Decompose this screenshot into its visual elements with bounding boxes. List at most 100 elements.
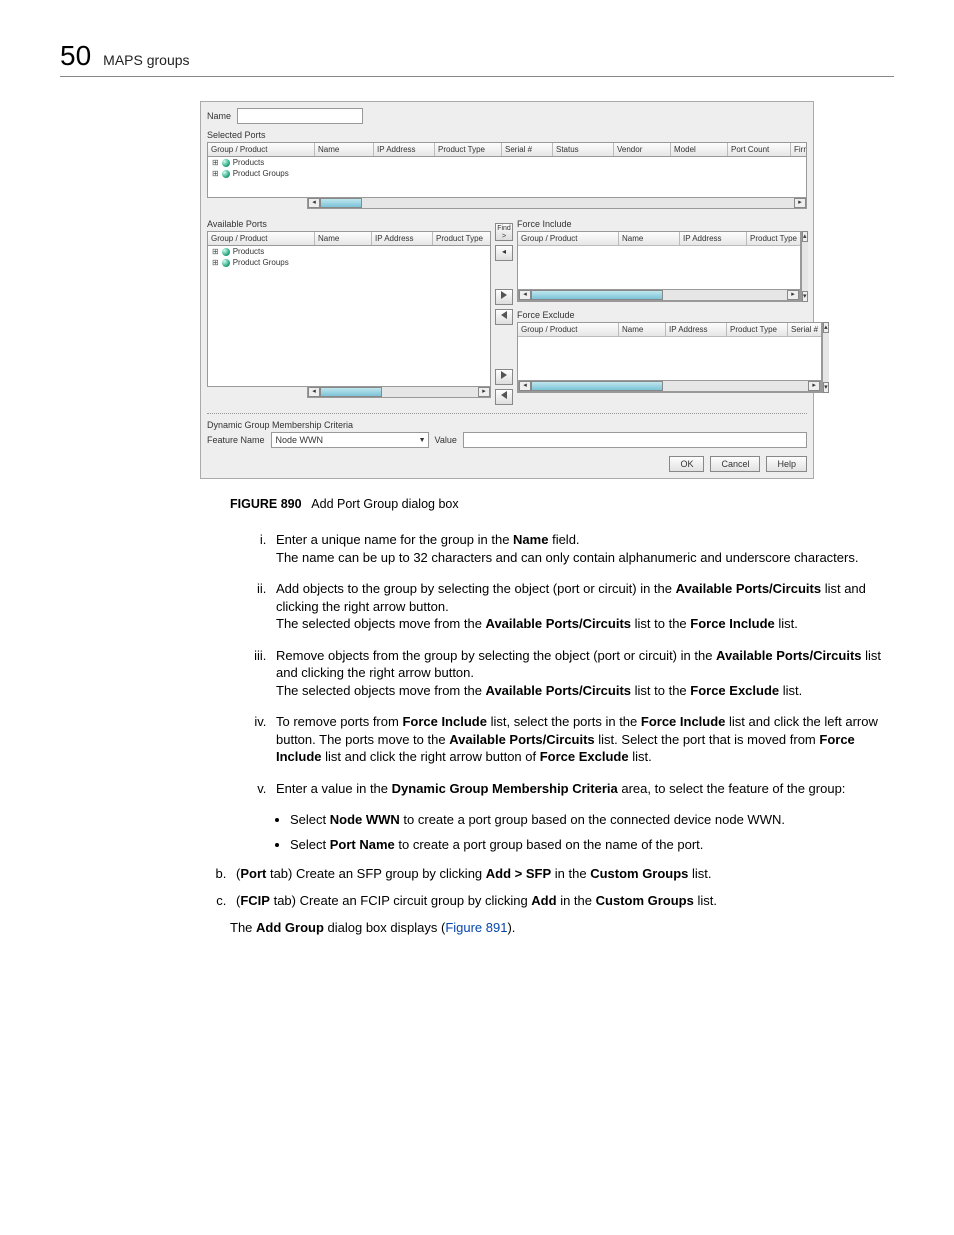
- force-include-table[interactable]: Group / Product Name IP Address Product …: [517, 231, 801, 302]
- scroll-thumb[interactable]: [320, 198, 362, 208]
- scroll-up-icon[interactable]: ▴: [823, 322, 829, 333]
- bullet-node-wwn: Select Node WWN to create a port group b…: [290, 812, 894, 827]
- help-button[interactable]: Help: [766, 456, 807, 472]
- col-group[interactable]: Group / Product: [208, 232, 315, 245]
- scroll-left-icon[interactable]: ◂: [308, 387, 320, 397]
- scroll-right-icon[interactable]: ▸: [808, 381, 820, 391]
- globe-icon: [222, 259, 230, 267]
- col-ip[interactable]: IP Address: [372, 232, 433, 245]
- selected-ports-tree[interactable]: ⊞ Products ⊞ Product Groups: [207, 156, 807, 198]
- tree-label: Product Groups: [233, 169, 289, 178]
- expand-icon[interactable]: ⊞: [212, 247, 219, 256]
- scroll-down-icon[interactable]: ▾: [823, 382, 829, 393]
- scroll-down-icon[interactable]: ▾: [802, 291, 808, 302]
- cancel-button[interactable]: Cancel: [710, 456, 760, 472]
- chapter-number: 50: [60, 40, 91, 72]
- col-name[interactable]: Name: [315, 143, 374, 156]
- step-iv: To remove ports from Force Include list,…: [270, 713, 894, 766]
- available-ports-tree[interactable]: ⊞ Products ⊞ Product Groups: [207, 245, 491, 387]
- dynamic-criteria-title: Dynamic Group Membership Criteria: [207, 420, 807, 430]
- globe-icon: [222, 248, 230, 256]
- include-right-arrow-button[interactable]: [495, 289, 513, 305]
- col-vendor[interactable]: Vendor: [614, 143, 671, 156]
- tree-label: Product Groups: [233, 258, 289, 267]
- exclude-left-arrow-button[interactable]: [495, 389, 513, 405]
- tree-product-groups[interactable]: ⊞ Product Groups: [208, 257, 490, 268]
- expand-icon[interactable]: ⊞: [212, 158, 219, 167]
- page-header: 50 MAPS groups: [60, 40, 894, 77]
- scroll-right-icon[interactable]: ▸: [478, 387, 490, 397]
- force-include-vscroll[interactable]: ▴ ▾: [801, 231, 808, 302]
- selected-ports-hscroll[interactable]: ◂ ▸: [307, 197, 807, 209]
- feature-name-value: Node WWN: [276, 435, 324, 445]
- scroll-thumb[interactable]: [531, 381, 663, 391]
- scroll-left-icon[interactable]: ◂: [519, 290, 531, 300]
- value-label: Value: [435, 435, 457, 445]
- col-status[interactable]: Status: [553, 143, 614, 156]
- force-include-hscroll[interactable]: ◂ ▸: [518, 289, 800, 301]
- ok-button[interactable]: OK: [669, 456, 704, 472]
- chapter-title: MAPS groups: [103, 52, 189, 68]
- final-paragraph: The Add Group dialog box displays (Figur…: [230, 920, 894, 935]
- step-ii: Add objects to the group by selecting th…: [270, 580, 894, 633]
- col-name[interactable]: Name: [619, 323, 666, 336]
- tree-products[interactable]: ⊞ Products: [208, 157, 806, 168]
- col-group[interactable]: Group / Product: [518, 232, 619, 245]
- col-ip[interactable]: IP Address: [374, 143, 435, 156]
- tree-label: Products: [233, 247, 265, 256]
- col-ip[interactable]: IP Address: [666, 323, 727, 336]
- force-exclude-title: Force Exclude: [517, 310, 807, 320]
- scroll-left-icon[interactable]: ◂: [519, 381, 531, 391]
- scroll-thumb[interactable]: [531, 290, 663, 300]
- col-serial[interactable]: Serial #: [788, 323, 821, 336]
- globe-icon: [222, 159, 230, 167]
- force-exclude-hscroll[interactable]: ◂ ▸: [518, 380, 821, 392]
- feature-name-label: Feature Name: [207, 435, 265, 445]
- include-left-arrow-button[interactable]: [495, 309, 513, 325]
- available-ports-hscroll[interactable]: ◂ ▸: [307, 386, 491, 398]
- col-ptype[interactable]: Product Type: [727, 323, 788, 336]
- value-input[interactable]: [463, 432, 807, 448]
- scroll-right-icon[interactable]: ▸: [794, 198, 806, 208]
- chevron-down-icon: ▼: [419, 437, 426, 444]
- col-portcount[interactable]: Port Count: [728, 143, 791, 156]
- col-name[interactable]: Name: [619, 232, 680, 245]
- figure-891-link[interactable]: Figure 891: [445, 920, 507, 935]
- expand-icon[interactable]: ⊞: [212, 258, 219, 267]
- tree-label: Products: [233, 158, 265, 167]
- col-serial[interactable]: Serial #: [502, 143, 553, 156]
- scroll-thumb[interactable]: [320, 387, 382, 397]
- force-include-title: Force Include: [517, 219, 807, 229]
- exclude-right-arrow-button[interactable]: [495, 369, 513, 385]
- tree-product-groups[interactable]: ⊞ Product Groups: [208, 168, 806, 179]
- lettered-steps: (Port tab) Create an SFP group by clicki…: [230, 866, 894, 908]
- tree-products[interactable]: ⊞ Products: [208, 246, 490, 257]
- step-b: (Port tab) Create an SFP group by clicki…: [230, 866, 894, 881]
- col-group[interactable]: Group / Product: [208, 143, 315, 156]
- selected-ports-header: Group / Product Name IP Address Product …: [207, 142, 807, 156]
- add-port-group-dialog: Name Selected Ports Group / Product Name…: [200, 101, 814, 479]
- col-ptype[interactable]: Product Type: [433, 232, 490, 245]
- col-firm[interactable]: Firm: [791, 143, 806, 156]
- figure-label: FIGURE 890: [230, 497, 302, 511]
- available-ports-title: Available Ports: [207, 219, 491, 229]
- find-prev-button[interactable]: ◂: [495, 245, 513, 261]
- col-model[interactable]: Model: [671, 143, 728, 156]
- name-input[interactable]: [237, 108, 363, 124]
- expand-icon[interactable]: ⊞: [212, 169, 219, 178]
- scroll-left-icon[interactable]: ◂: [308, 198, 320, 208]
- col-ptype[interactable]: Product Type: [435, 143, 502, 156]
- feature-bullets: Select Node WWN to create a port group b…: [290, 812, 894, 852]
- scroll-right-icon[interactable]: ▸: [787, 290, 799, 300]
- col-ip[interactable]: IP Address: [680, 232, 747, 245]
- feature-name-select[interactable]: Node WWN ▼: [271, 432, 429, 448]
- scroll-up-icon[interactable]: ▴: [802, 231, 808, 242]
- instruction-steps: Enter a unique name for the group in the…: [270, 531, 894, 798]
- force-exclude-vscroll[interactable]: ▴ ▾: [822, 322, 829, 393]
- col-group[interactable]: Group / Product: [518, 323, 619, 336]
- col-ptype[interactable]: Product Type: [747, 232, 800, 245]
- force-exclude-table[interactable]: Group / Product Name IP Address Product …: [517, 322, 822, 393]
- step-c: (FCIP tab) Create an FCIP circuit group …: [230, 893, 894, 908]
- find-button[interactable]: Find >: [495, 223, 513, 241]
- col-name[interactable]: Name: [315, 232, 372, 245]
